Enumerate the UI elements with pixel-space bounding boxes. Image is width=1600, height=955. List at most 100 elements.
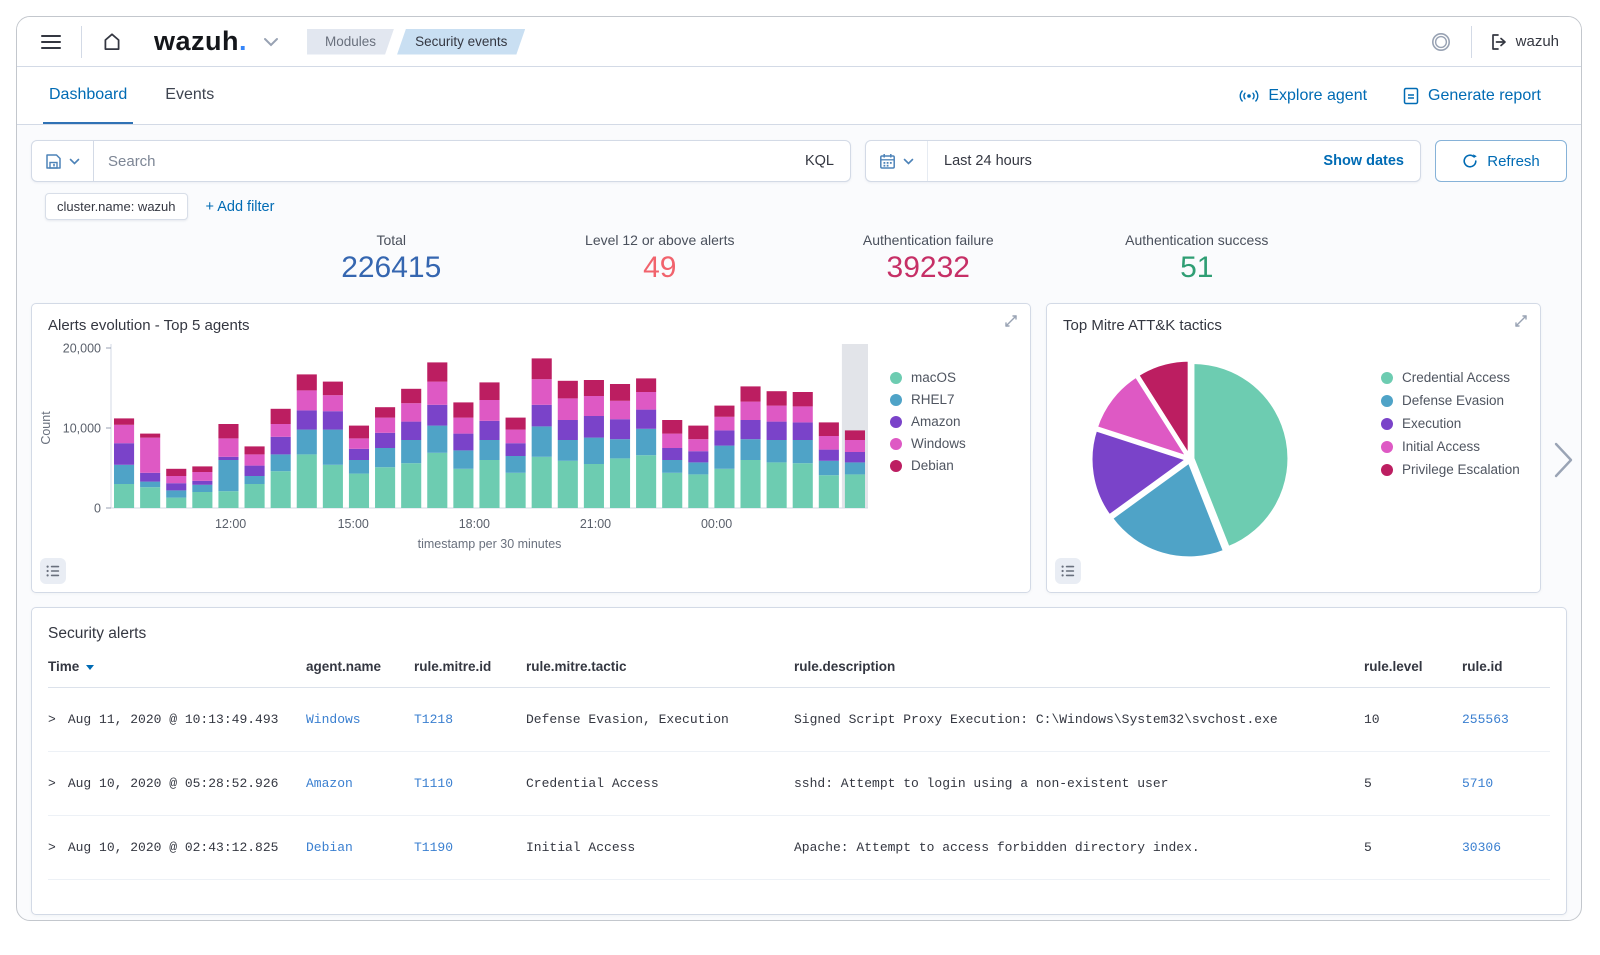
- panel-title: Alerts evolution - Top 5 agents: [32, 304, 1030, 336]
- report-document-icon: [1403, 87, 1419, 105]
- legend-label: Debian: [911, 458, 954, 473]
- agent-name-link[interactable]: Windows: [306, 688, 414, 752]
- breadcrumb-modules[interactable]: Modules: [307, 29, 394, 55]
- legend-label: Amazon: [911, 414, 961, 429]
- mitre-id-link[interactable]: T1218: [414, 688, 526, 752]
- username-label: wazuh: [1516, 33, 1559, 50]
- alerts-evolution-bar-chart[interactable]: 010,00020,00012:0015:0018:0021:0000:00ti…: [36, 342, 876, 556]
- tab-actions: Explore agent Generate report: [1239, 67, 1555, 124]
- filter-pill-cluster-name[interactable]: cluster.name: wazuh: [45, 193, 188, 220]
- tab-events[interactable]: Events: [159, 67, 220, 124]
- divider: [1471, 26, 1472, 58]
- rule-level-cell: 5: [1364, 752, 1462, 816]
- stat-label: Level 12 or above alerts: [526, 232, 795, 248]
- health-status-button[interactable]: [1423, 24, 1459, 60]
- mitre-id-link[interactable]: T1110: [414, 752, 526, 816]
- legend-label: Privilege Escalation: [1402, 462, 1520, 477]
- agent-name-link[interactable]: Debian: [306, 816, 414, 880]
- expand-icon: [1004, 314, 1018, 328]
- legend-item[interactable]: Windows: [890, 436, 966, 451]
- add-filter-button[interactable]: + Add filter: [206, 199, 275, 215]
- mitre-id-link[interactable]: T1190: [414, 816, 526, 880]
- agent-name-link[interactable]: Amazon: [306, 752, 414, 816]
- alerts-evolution-panel: Alerts evolution - Top 5 agents 010,0002…: [31, 303, 1031, 593]
- generate-report-label: Generate report: [1428, 87, 1541, 105]
- svg-text:12:00: 12:00: [215, 517, 246, 531]
- wazuh-logo[interactable]: wazuh.: [154, 26, 247, 57]
- mitre-tactics-pie-chart[interactable]: [1087, 356, 1293, 562]
- query-bar: KQL Last 24 hours Show dates Refresh: [31, 140, 1567, 182]
- legend-swatch: [890, 394, 902, 406]
- svg-text:10,000: 10,000: [63, 422, 101, 436]
- legend-toggle-button[interactable]: [40, 558, 66, 584]
- legend-item[interactable]: Execution: [1381, 416, 1520, 431]
- saved-query-menu-button[interactable]: [32, 141, 94, 181]
- generate-report-button[interactable]: Generate report: [1403, 87, 1541, 105]
- legend-item[interactable]: Defense Evasion: [1381, 393, 1520, 408]
- legend-toggle-button[interactable]: [1055, 558, 1081, 584]
- table-row[interactable]: >Aug 11, 2020 @ 10:13:49.493WindowsT1218…: [48, 688, 1550, 752]
- legend-swatch: [1381, 441, 1393, 453]
- legend-label: RHEL7: [911, 392, 955, 407]
- mitre-tactics-panel: Top Mitre ATT&K tactics Credential Acces…: [1046, 303, 1541, 593]
- home-button[interactable]: [94, 24, 130, 60]
- module-tabbar: Dashboard Events Explore agent Generate …: [17, 67, 1581, 125]
- tab-dashboard[interactable]: Dashboard: [43, 67, 133, 124]
- search-box: KQL: [31, 140, 851, 182]
- breadcrumb: Modules Security events: [307, 29, 525, 55]
- table-row[interactable]: >Aug 10, 2020 @ 02:43:12.825DebianT1190I…: [48, 816, 1550, 880]
- chevron-down-icon[interactable]: [263, 37, 279, 47]
- expand-row-icon[interactable]: >: [48, 776, 56, 791]
- panel-title: Top Mitre ATT&K tactics: [1047, 304, 1540, 336]
- expand-panel-button[interactable]: [1004, 314, 1018, 328]
- next-visualizations-button[interactable]: [1553, 441, 1575, 479]
- svg-text:Count: Count: [39, 411, 53, 445]
- legend-label: Execution: [1402, 416, 1461, 431]
- legend-swatch: [1381, 395, 1393, 407]
- refresh-button[interactable]: Refresh: [1435, 140, 1567, 182]
- logout-button[interactable]: wazuh: [1484, 33, 1565, 51]
- legend-item[interactable]: macOS: [890, 370, 966, 385]
- svg-text:21:00: 21:00: [580, 517, 611, 531]
- menu-button[interactable]: [33, 24, 69, 60]
- expand-panel-button[interactable]: [1514, 314, 1528, 328]
- explore-agent-button[interactable]: Explore agent: [1239, 87, 1367, 105]
- legend-item[interactable]: Privilege Escalation: [1381, 462, 1520, 477]
- description-cell: Signed Script Proxy Execution: C:\Window…: [794, 688, 1364, 752]
- legend-label: macOS: [911, 370, 956, 385]
- logo-dot: .: [239, 26, 247, 57]
- rule-id-link[interactable]: 30306: [1462, 816, 1550, 880]
- ring-icon: [1430, 31, 1452, 53]
- legend-item[interactable]: RHEL7: [890, 392, 966, 407]
- stat-value: 49: [526, 251, 795, 285]
- kql-toggle[interactable]: KQL: [789, 153, 850, 169]
- divider: [81, 26, 82, 58]
- column-header-rule-level: rule.level: [1364, 651, 1462, 688]
- refresh-icon: [1462, 153, 1478, 169]
- rule-id-link[interactable]: 5710: [1462, 752, 1550, 816]
- stat-label: Total: [257, 232, 526, 248]
- search-input[interactable]: [94, 153, 789, 170]
- legend-item[interactable]: Credential Access: [1381, 370, 1520, 385]
- legend-item[interactable]: Debian: [890, 458, 966, 473]
- rule-id-link[interactable]: 255563: [1462, 688, 1550, 752]
- legend-swatch: [890, 460, 902, 472]
- stat-value: 51: [1063, 251, 1332, 285]
- legend-label: Windows: [911, 436, 966, 451]
- calendar-menu-button[interactable]: [866, 141, 928, 181]
- column-header-time[interactable]: Time: [48, 651, 306, 688]
- pie-chart-area: Credential Access Defense Evasion Executio…: [1047, 336, 1540, 562]
- rule-level-cell: 10: [1364, 688, 1462, 752]
- time-range-value[interactable]: Last 24 hours: [928, 153, 1307, 169]
- security-alerts-title: Security alerts: [32, 608, 1566, 651]
- topbar-right: wazuh: [1423, 24, 1565, 60]
- table-row[interactable]: >Aug 10, 2020 @ 05:28:52.926AmazonT1110C…: [48, 752, 1550, 816]
- expand-row-icon[interactable]: >: [48, 712, 56, 727]
- description-cell: sshd: Attempt to login using a non-exist…: [794, 752, 1364, 816]
- alert-time-cell: >Aug 10, 2020 @ 02:43:12.825: [48, 816, 306, 880]
- legend-swatch: [890, 372, 902, 384]
- legend-item[interactable]: Amazon: [890, 414, 966, 429]
- legend-item[interactable]: Initial Access: [1381, 439, 1520, 454]
- expand-row-icon[interactable]: >: [48, 840, 56, 855]
- show-dates-button[interactable]: Show dates: [1307, 153, 1420, 169]
